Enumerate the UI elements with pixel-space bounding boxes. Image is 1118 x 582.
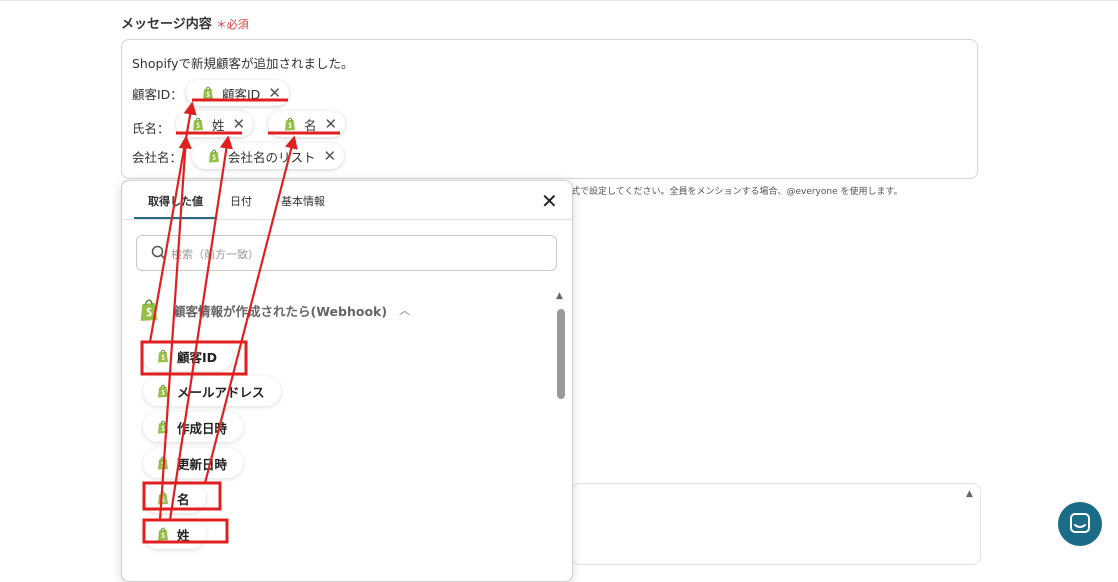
shopify-icon bbox=[157, 491, 169, 505]
remove-chip-icon[interactable]: ✕ bbox=[233, 116, 246, 132]
search-placeholder: 検索（前方一致） bbox=[171, 248, 259, 261]
variable-chip-last-name[interactable]: 姓 ✕ bbox=[176, 111, 254, 137]
shopify-icon bbox=[139, 298, 159, 322]
item-label: 作成日時 bbox=[177, 420, 228, 436]
variable-chip-first-name[interactable]: 名 ✕ bbox=[268, 111, 346, 137]
message-field-title: メッセージ内容 bbox=[121, 17, 212, 32]
variable-item-email[interactable]: メールアドレス bbox=[143, 376, 281, 406]
chip-label: 名 bbox=[304, 117, 317, 133]
chip-label: 姓 bbox=[212, 117, 225, 133]
shopify-icon bbox=[208, 149, 220, 163]
chevron-up-icon[interactable]: ︿ bbox=[399, 302, 410, 318]
chip-label: 顧客ID bbox=[222, 86, 261, 102]
group-title: 顧客情報が作成されたら(Webhook) bbox=[173, 303, 388, 319]
top-divider bbox=[0, 0, 1118, 1]
variable-item-created-at[interactable]: 作成日時 bbox=[143, 412, 244, 442]
item-label: 姓 bbox=[177, 527, 190, 543]
variable-chip-customer-id[interactable]: 顧客ID ✕ bbox=[186, 80, 289, 106]
close-icon[interactable]: ✕ bbox=[541, 191, 558, 211]
scroll-up-icon[interactable]: ▲ bbox=[966, 489, 973, 499]
shopify-icon bbox=[157, 384, 169, 398]
required-badge: ＊必須 bbox=[215, 18, 249, 31]
item-label: 更新日時 bbox=[177, 456, 228, 472]
variable-item-updated-at[interactable]: 更新日時 bbox=[143, 448, 244, 478]
remove-chip-icon[interactable]: ✕ bbox=[325, 116, 338, 132]
variable-picker-popup: 取得した値 日付 基本情報 ✕ 検索（前方一致） 顧客情報が作成されたら(Web… bbox=[121, 180, 573, 582]
tab-date[interactable]: 日付 bbox=[230, 193, 252, 209]
item-label: 顧客ID bbox=[177, 349, 218, 365]
chat-icon bbox=[1070, 513, 1090, 533]
item-label: メールアドレス bbox=[177, 384, 265, 400]
message-editor[interactable]: Shopifyで新規顧客が追加されました。 顧客ID： 氏名： 会社名： 顧客I… bbox=[121, 39, 978, 179]
shopify-icon bbox=[202, 86, 214, 100]
tab-obtained-values[interactable]: 取得した値 bbox=[148, 193, 203, 209]
remove-chip-icon[interactable]: ✕ bbox=[268, 85, 281, 101]
item-label: 名 bbox=[177, 491, 190, 507]
variable-item-customer-id[interactable]: 顧客ID bbox=[143, 341, 234, 371]
background-textarea[interactable] bbox=[571, 483, 981, 565]
customer-id-label: 顧客ID： bbox=[132, 87, 183, 102]
tab-basic-info[interactable]: 基本情報 bbox=[281, 193, 325, 209]
shopify-icon bbox=[157, 420, 169, 434]
search-input[interactable]: 検索（前方一致） bbox=[136, 235, 557, 271]
group-header-webhook[interactable]: 顧客情報が作成されたら(Webhook) ︿ bbox=[139, 298, 410, 322]
mention-hint: 式で設定してください。全員をメンションする場合、@everyone を使用します… bbox=[571, 187, 903, 197]
shopify-icon bbox=[157, 456, 169, 470]
remove-chip-icon[interactable]: ✕ bbox=[324, 148, 337, 164]
message-line-1: Shopifyで新規顧客が追加されました。 bbox=[132, 56, 354, 71]
name-label: 氏名： bbox=[132, 121, 170, 136]
chip-label: 会社名のリスト bbox=[228, 149, 316, 165]
variable-item-first-name[interactable]: 名 bbox=[143, 483, 206, 513]
shopify-icon bbox=[284, 117, 296, 131]
tab-divider bbox=[122, 219, 572, 220]
scroll-up-icon[interactable]: ▲ bbox=[556, 291, 563, 301]
shopify-icon bbox=[157, 349, 169, 363]
scrollbar-thumb[interactable] bbox=[557, 309, 565, 399]
variable-item-last-name[interactable]: 姓 bbox=[143, 519, 206, 549]
shopify-icon bbox=[192, 117, 204, 131]
chat-support-button[interactable] bbox=[1058, 502, 1102, 546]
shopify-icon bbox=[157, 527, 169, 541]
company-label: 会社名： bbox=[132, 150, 183, 165]
message-field-label: メッセージ内容 ＊必須 bbox=[121, 13, 249, 32]
search-icon bbox=[151, 245, 167, 261]
variable-chip-company[interactable]: 会社名のリスト ✕ bbox=[192, 143, 345, 169]
